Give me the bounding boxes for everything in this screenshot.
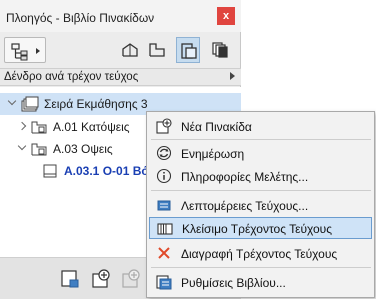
menu-item-issue-details[interactable]: Λεπτομέρειες Τεύχους... xyxy=(147,194,374,216)
expand-arrow-icon[interactable] xyxy=(7,96,17,106)
publisher-icon xyxy=(212,42,228,58)
expand-arrow-icon[interactable] xyxy=(17,141,27,151)
tree-item-label: Α.01 Κατόψεις xyxy=(53,120,130,134)
layout-book-icon xyxy=(181,43,197,59)
info-icon xyxy=(156,168,172,184)
view-map-button[interactable] xyxy=(145,37,169,63)
toolbar xyxy=(0,32,241,68)
menu-item-label: Πληροφορίες Μελέτης... xyxy=(181,170,309,184)
title-bar: Πλοηγός - Βιβλίο Πινακίδων x xyxy=(0,0,241,32)
chevron-right-icon xyxy=(230,72,235,80)
navigator-mode-dropdown[interactable] xyxy=(4,37,46,63)
new-layout-icon[interactable] xyxy=(90,269,112,289)
menu-item-refresh[interactable]: Ενημέρωση xyxy=(147,142,374,164)
menu-item-label: Ρυθμίσεις Βιβλίου... xyxy=(181,276,286,290)
menu-item-new-layout[interactable]: Νέα Πινακίδα xyxy=(147,115,374,137)
subset-folder-icon xyxy=(31,143,47,156)
new-master-icon[interactable] xyxy=(120,269,142,289)
new-sheet-icon xyxy=(156,118,172,134)
menu-separator xyxy=(151,267,371,268)
book-settings-icon xyxy=(156,275,172,290)
menu-item-label: Ενημέρωση xyxy=(181,147,245,161)
collapse-arrow-icon[interactable] xyxy=(17,121,27,131)
issue-details-icon xyxy=(157,200,171,211)
refresh-icon xyxy=(156,145,172,161)
delete-x-icon xyxy=(158,247,170,259)
menu-item-label: Λεπτομέρειες Τεύχους... xyxy=(181,199,309,213)
menu-item-close-issue[interactable]: Κλείσιμο Τρέχοντος Τεύχους xyxy=(149,217,372,239)
book-set-icon xyxy=(21,96,39,112)
layout-sheet-icon xyxy=(43,164,57,178)
layout-settings-icon[interactable] xyxy=(60,269,80,289)
subset-folder-icon xyxy=(31,121,47,134)
menu-item-book-settings[interactable]: Ρυθμίσεις Βιβλίου... xyxy=(147,271,374,293)
close-issue-icon xyxy=(157,223,173,235)
window-title: Πλοηγός - Βιβλίο Πινακίδων xyxy=(6,11,155,25)
tree-item-label: Α.03.1 Ο-01 Βόρ xyxy=(64,164,157,178)
menu-item-project-info[interactable]: Πληροφορίες Μελέτης... xyxy=(147,165,374,187)
view-selector-label: Δένδρο ανά τρέχον τεύχος xyxy=(4,71,139,83)
publisher-sets-button[interactable] xyxy=(208,37,232,63)
tree-item-label: Σειρά Εκμάθησης 3 xyxy=(44,97,148,111)
menu-item-delete-issue[interactable]: Διαγραφή Τρέχοντος Τεύχους xyxy=(147,242,374,264)
project-map-button[interactable] xyxy=(118,37,142,63)
menu-item-label: Κλείσιμο Τρέχοντος Τεύχους xyxy=(182,222,333,236)
menu-separator xyxy=(151,190,371,191)
view-selector[interactable]: Δένδρο ανά τρέχον τεύχος xyxy=(0,68,241,86)
context-menu: Νέα Πινακίδα Ενημέρωση Πληροφορίες Μελέτ… xyxy=(146,111,375,298)
menu-item-label: Διαγραφή Τρέχοντος Τεύχους xyxy=(181,247,338,261)
tree-mode-icon xyxy=(11,43,40,61)
folder-icon xyxy=(149,43,165,57)
menu-item-label: Νέα Πινακίδα xyxy=(181,120,252,134)
house-icon xyxy=(122,43,138,57)
menu-separator xyxy=(151,139,371,140)
close-button[interactable]: x xyxy=(217,7,235,25)
layout-book-button[interactable] xyxy=(176,37,200,63)
tree-item-label: Α.03 Οψεις xyxy=(53,142,113,156)
